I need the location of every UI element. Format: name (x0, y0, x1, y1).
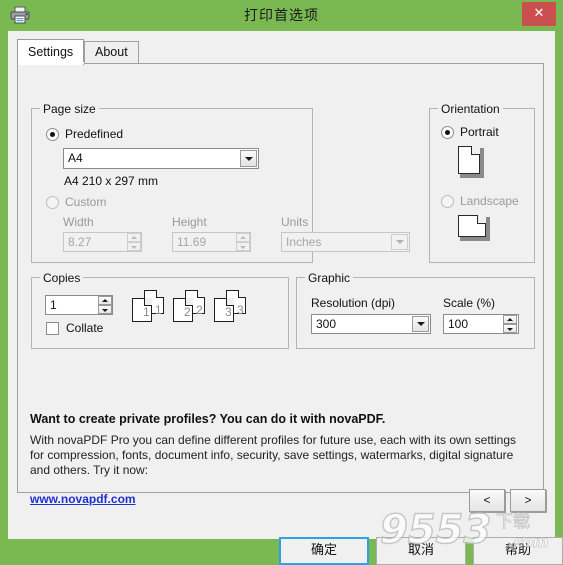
label-height: Height (172, 215, 207, 229)
group-page-size: Page size Predefined A4 A4 210 x 297 mm … (31, 102, 410, 263)
copy-number-back-1: 1 (155, 303, 162, 317)
promo-next-button[interactable]: > (510, 489, 546, 512)
combo-units[interactable]: Inches (281, 232, 410, 252)
tab-active-connector (18, 62, 84, 64)
combo-resolution-arrow[interactable] (412, 316, 429, 332)
promo-title: Want to create private profiles? You can… (30, 412, 386, 426)
spinner-copies[interactable] (98, 296, 112, 314)
promo-body: With novaPDF Pro you can define differen… (30, 433, 517, 477)
promo-prev-button[interactable]: < (469, 489, 505, 512)
copy-number-front-1: 1 (143, 305, 150, 319)
label-scale: Scale (%) (443, 296, 496, 310)
label-paper-description: A4 210 x 297 mm (64, 174, 159, 188)
spinner-width-up[interactable] (127, 233, 141, 242)
ok-button[interactable]: 确定 (279, 537, 369, 565)
copy-number-back-2: 2 (196, 303, 203, 317)
close-icon[interactable]: ✕ (522, 2, 556, 26)
label-resolution: Resolution (dpi) (311, 296, 396, 310)
tab-strip: Settings About (17, 39, 544, 65)
label-portrait: Portrait (460, 125, 499, 139)
spinner-height[interactable] (236, 233, 250, 251)
spinner-scale-down[interactable] (503, 324, 517, 333)
group-graphic-title: Graphic (305, 271, 354, 285)
spinner-height-down[interactable] (236, 242, 250, 251)
combo-resolution[interactable]: 300 (311, 314, 431, 334)
label-landscape: Landscape (460, 194, 519, 208)
copy-preview-2: 2 2 (173, 290, 209, 324)
portrait-page-icon (458, 146, 480, 174)
cancel-button[interactable]: 取消 (376, 537, 466, 565)
radio-portrait[interactable] (441, 126, 454, 139)
combo-units-arrow[interactable] (391, 234, 408, 250)
combo-units-value: Inches (286, 235, 322, 249)
group-orientation-title: Orientation (438, 102, 503, 116)
label-collate: Collate (66, 321, 104, 335)
combo-paper-size[interactable]: A4 (63, 148, 259, 169)
combo-paper-size-value: A4 (68, 151, 83, 165)
copy-number-back-3: 3 (237, 303, 244, 317)
group-orientation: Orientation Portrait Landscape (429, 102, 535, 263)
label-width: Width (63, 215, 94, 229)
spinner-scale-up[interactable] (503, 315, 517, 324)
group-graphic: Graphic Resolution (dpi) 300 Scale (%) 1… (296, 271, 535, 349)
copy-preview-3: 3 3 (214, 290, 250, 324)
copy-preview-1: 1 1 (132, 290, 168, 324)
spinner-width-down[interactable] (127, 242, 141, 251)
checkbox-collate[interactable] (46, 322, 59, 335)
combo-resolution-value: 300 (316, 317, 337, 331)
label-units: Units (281, 215, 309, 229)
tab-about[interactable]: About (84, 41, 139, 64)
spinner-copies-up[interactable] (98, 296, 112, 305)
landscape-page-icon (458, 215, 486, 237)
copy-number-front-2: 2 (184, 305, 191, 319)
help-button[interactable]: 帮助 (473, 537, 563, 565)
printing-preferences-window: 打印首选项 ✕ Settings About Page size Predefi… (0, 0, 563, 565)
label-custom: Custom (65, 195, 107, 209)
radio-landscape[interactable] (441, 195, 454, 208)
spinner-height-up[interactable] (236, 233, 250, 242)
dialog-body: Settings About Page size Predefined A4 A… (8, 31, 563, 565)
group-copies-title: Copies (40, 271, 84, 285)
group-copies: Copies 1 Collate 1 1 2 2 3 3 (31, 271, 289, 349)
copy-number-front-3: 3 (225, 305, 232, 319)
window-title: 打印首选项 (244, 8, 319, 24)
radio-custom[interactable] (46, 196, 59, 209)
combo-paper-size-arrow[interactable] (240, 150, 257, 167)
title-bar: 打印首选项 ✕ (0, 0, 563, 30)
spinner-width[interactable] (127, 233, 141, 251)
label-predefined: Predefined (65, 127, 124, 141)
radio-predefined[interactable] (46, 128, 59, 141)
spinner-scale[interactable] (503, 315, 517, 333)
promo-link[interactable]: www.novapdf.com (30, 492, 136, 506)
spinner-copies-down[interactable] (98, 305, 112, 314)
group-page-size-title: Page size (40, 102, 99, 116)
